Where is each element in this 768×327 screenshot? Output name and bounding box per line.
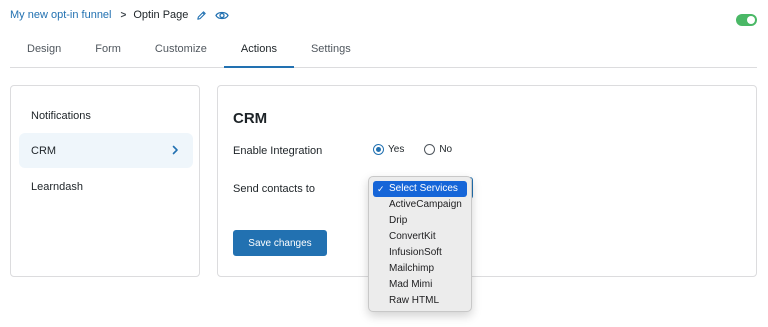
option-label: ConvertKit	[389, 231, 436, 242]
sidebar-item-crm[interactable]: CRM	[19, 133, 193, 168]
dropdown-option-activecampaign[interactable]: ActiveCampaign	[373, 197, 467, 213]
enable-integration-no-radio[interactable]: No	[424, 144, 452, 155]
sidebar-item-label: Notifications	[31, 109, 91, 122]
radio-checked-icon	[373, 144, 384, 155]
sidebar-item-label: CRM	[31, 144, 57, 157]
option-label: Mailchimp	[389, 263, 435, 274]
section-title: CRM	[233, 110, 268, 127]
option-label: Mad Mimi	[389, 279, 433, 290]
tab-settings[interactable]: Settings	[294, 34, 368, 67]
breadcrumb-separator: >	[120, 9, 127, 21]
option-label: Raw HTML	[389, 295, 440, 306]
crm-settings-panel: CRM Enable Integration Yes No Send conta…	[217, 85, 757, 277]
tab-form[interactable]: Form	[78, 34, 138, 67]
eye-icon[interactable]	[215, 10, 230, 21]
sidebar-item-label: Learndash	[31, 180, 83, 193]
breadcrumb-funnel-link[interactable]: My new opt-in funnel	[10, 9, 112, 21]
sidebar-item-notifications[interactable]: Notifications	[19, 98, 193, 133]
radio-label-yes: Yes	[388, 144, 405, 155]
option-label: InfusionSoft	[389, 247, 442, 258]
tab-customize[interactable]: Customize	[138, 34, 224, 67]
dropdown-option-select-services[interactable]: ✓ Select Services	[373, 181, 467, 197]
save-changes-button[interactable]: Save changes	[233, 230, 327, 256]
option-label: Select Services	[389, 183, 458, 194]
option-label: ActiveCampaign	[389, 199, 462, 210]
dropdown-option-mad-mimi[interactable]: Mad Mimi	[373, 277, 467, 293]
tab-actions[interactable]: Actions	[223, 34, 295, 68]
dropdown-option-mailchimp[interactable]: Mailchimp	[373, 261, 467, 277]
breadcrumb-current-page: Optin Page	[133, 9, 189, 21]
option-label: Drip	[389, 215, 408, 226]
dropdown-option-drip[interactable]: Drip	[373, 213, 467, 229]
tab-design[interactable]: Design	[10, 34, 78, 67]
toggle-knob	[747, 16, 755, 24]
enable-integration-radio-group: Yes No	[373, 144, 472, 155]
radio-unchecked-icon	[424, 144, 436, 155]
radio-label-no: No	[439, 144, 453, 155]
dropdown-option-raw-html[interactable]: Raw HTML	[373, 293, 467, 309]
sidebar-item-learndash[interactable]: Learndash	[19, 169, 193, 204]
dropdown-option-convertkit[interactable]: ConvertKit	[373, 229, 467, 245]
checkmark-icon: ✓	[377, 184, 385, 194]
send-contacts-label: Send contacts to	[233, 183, 315, 195]
pencil-icon[interactable]	[196, 10, 207, 21]
chevron-right-icon	[172, 145, 179, 158]
enable-integration-label: Enable Integration	[233, 145, 323, 157]
enable-integration-yes-radio[interactable]: Yes	[373, 144, 404, 155]
breadcrumb: My new opt-in funnel > Optin Page	[10, 9, 230, 21]
dropdown-option-infusionsoft[interactable]: InfusionSoft	[373, 245, 467, 261]
services-dropdown-list: ✓ Select Services ActiveCampaign Drip Co…	[368, 176, 472, 312]
actions-sidebar: Notifications CRM Learndash	[10, 85, 200, 277]
tab-bar: Design Form Customize Actions Settings	[10, 34, 757, 68]
funnel-status-toggle[interactable]	[736, 14, 757, 26]
